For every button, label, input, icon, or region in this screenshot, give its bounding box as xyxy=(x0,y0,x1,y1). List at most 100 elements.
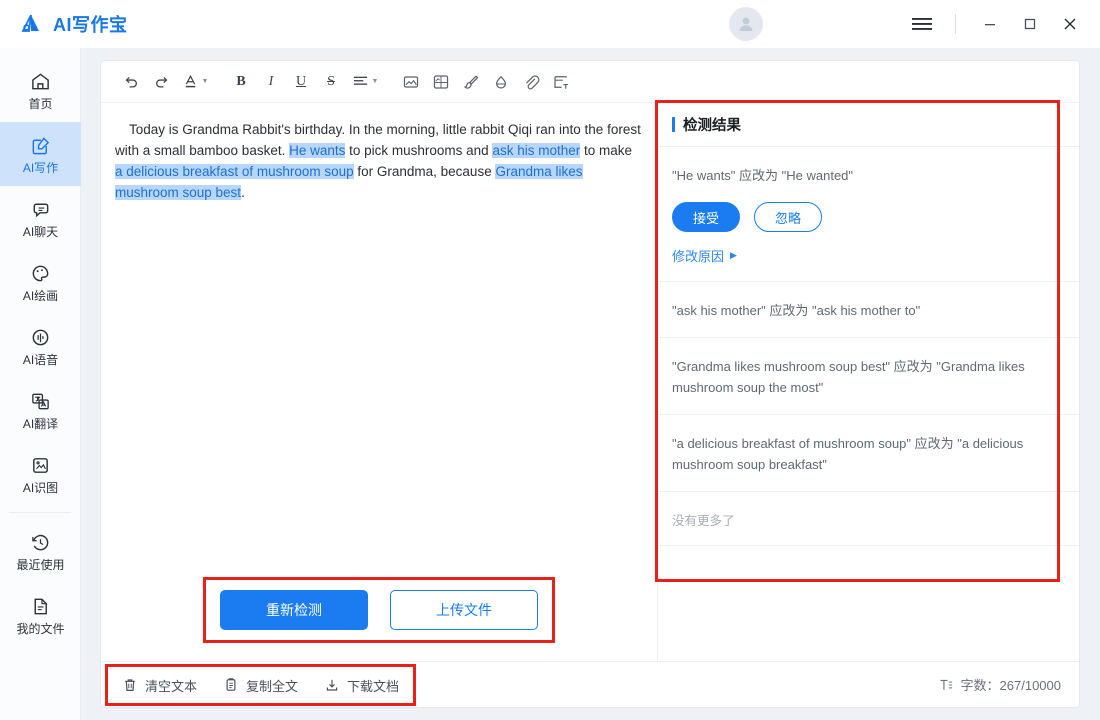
image-recognition-icon xyxy=(30,455,51,476)
result-item[interactable]: "Grandma likes mushroom soup best" 应改为 "… xyxy=(658,338,1079,415)
editor-text-highlight[interactable]: a delicious breakfast of mushroom soup xyxy=(115,164,354,179)
title-bar: AI写作宝 xyxy=(0,0,1100,48)
sidebar-item-ai-translate[interactable]: AI翻译 xyxy=(0,378,81,442)
download-icon xyxy=(324,677,340,693)
result-list[interactable]: "He wants" 应改为 "He wanted" 接受 忽略 修改原因 ▶ xyxy=(658,147,1079,661)
translate-icon xyxy=(30,391,51,412)
panel-header: 检测结果 xyxy=(658,103,1079,147)
chevron-down-icon: ▼ xyxy=(201,78,209,85)
clear-text-label: 清空文本 xyxy=(145,678,198,694)
underline-icon[interactable]: U xyxy=(287,67,315,97)
title-bar-controls xyxy=(729,0,1100,48)
upload-file-button[interactable]: 上传文件 xyxy=(390,590,538,630)
chat-bubble-icon xyxy=(30,199,51,220)
sidebar-item-recent[interactable]: 最近使用 xyxy=(0,519,81,583)
chevron-right-icon: ▶ xyxy=(730,250,737,260)
recheck-button[interactable]: 重新检测 xyxy=(220,590,368,630)
brush-icon[interactable] xyxy=(457,67,485,97)
attachment-icon[interactable] xyxy=(517,67,545,97)
reason-toggle[interactable]: 修改原因 ▶ xyxy=(672,246,1063,265)
strikethrough-icon[interactable]: S xyxy=(317,67,345,97)
sidebar-divider xyxy=(9,512,71,513)
editor-text-plain: to make xyxy=(580,143,633,158)
editor-actions-highlight: 重新检测 上传文件 xyxy=(203,577,555,643)
sidebar-item-ai-image-recognition[interactable]: AI识图 xyxy=(0,442,81,506)
insert-textbox-icon[interactable] xyxy=(547,67,575,97)
align-icon[interactable]: ▼ xyxy=(347,67,383,97)
sidebar-item-ai-writing[interactable]: AI写作 xyxy=(0,122,81,186)
sidebar-item-label: AI绘画 xyxy=(22,288,59,303)
editor-column: Today is Grandma Rabbit's birthday. In t… xyxy=(101,103,657,661)
copy-icon xyxy=(223,677,239,693)
editor-card: ▼ B I U S ▼ Today is Grandma Rabbit's bi… xyxy=(100,60,1080,708)
sidebar-item-label: 最近使用 xyxy=(16,557,65,572)
panel-accent-bar xyxy=(672,117,675,132)
avatar[interactable] xyxy=(729,7,763,41)
minimize-button[interactable] xyxy=(970,5,1010,43)
trash-icon xyxy=(122,677,138,693)
download-document-label: 下载文档 xyxy=(347,678,400,694)
close-button[interactable] xyxy=(1050,5,1090,43)
bold-icon[interactable]: B xyxy=(227,67,255,97)
sidebar-item-label: AI聊天 xyxy=(22,224,59,239)
home-icon xyxy=(30,71,51,92)
sidebar-item-ai-painting[interactable]: AI绘画 xyxy=(0,250,81,314)
result-item[interactable]: "ask his mother" 应改为 "ask his mother to" xyxy=(658,282,1079,338)
text-color-icon[interactable]: ▼ xyxy=(177,67,213,97)
result-item[interactable]: "He wants" 应改为 "He wanted" 接受 忽略 修改原因 ▶ xyxy=(658,147,1079,282)
copy-all-button[interactable]: 复制全文 xyxy=(223,676,298,695)
sidebar-item-label: 我的文件 xyxy=(16,621,65,636)
result-text: "He wants" 应改为 "He wanted" xyxy=(672,168,854,183)
download-document-button[interactable]: 下载文档 xyxy=(324,676,399,695)
ignore-button[interactable]: 忽略 xyxy=(754,202,822,232)
detection-result-panel: 检测结果 "He wants" 应改为 "He wanted" 接受 忽略 修改… xyxy=(655,100,1079,661)
image-frame-icon[interactable] xyxy=(427,67,455,97)
editor-text-highlight[interactable]: ask his mother xyxy=(492,143,581,158)
editor-actions-wrapper: 重新检测 上传文件 xyxy=(101,577,657,643)
edit-document-icon xyxy=(30,135,51,156)
chevron-down-icon: ▼ xyxy=(371,78,379,85)
sidebar-item-ai-chat[interactable]: AI聊天 xyxy=(0,186,81,250)
ink-drop-icon[interactable] xyxy=(487,67,515,97)
sidebar-item-label: 首页 xyxy=(28,96,53,111)
result-end-message: 没有更多了 xyxy=(658,492,1079,546)
title-bar-brand: AI写作宝 xyxy=(0,11,680,37)
sidebar-item-label: AI语音 xyxy=(22,352,59,367)
redo-icon[interactable] xyxy=(147,67,175,97)
word-count-label: 字数：267/10000 xyxy=(960,678,1061,693)
accept-button[interactable]: 接受 xyxy=(672,202,740,232)
insert-image-icon[interactable] xyxy=(397,67,425,97)
palette-icon xyxy=(30,263,51,284)
result-item[interactable]: "a delicious breakfast of mushroom soup"… xyxy=(658,415,1079,492)
editor-text-plain: . xyxy=(241,185,245,200)
editor-text-plain: to pick mushrooms and xyxy=(345,143,493,158)
sidebar-item-ai-voice[interactable]: AI语音 xyxy=(0,314,81,378)
hamburger-menu-icon[interactable] xyxy=(903,5,941,43)
titlebar-divider xyxy=(955,14,956,34)
editor-text-highlight[interactable]: He wants xyxy=(289,143,346,158)
clear-text-button[interactable]: 清空文本 xyxy=(122,676,197,695)
app-logo-icon xyxy=(18,11,44,37)
content-split: Today is Grandma Rabbit's birthday. In t… xyxy=(101,100,1079,661)
maximize-button[interactable] xyxy=(1010,5,1050,43)
reason-label: 修改原因 xyxy=(672,249,725,264)
result-text: "ask his mother" 应改为 "ask his mother to" xyxy=(672,303,921,318)
undo-icon[interactable] xyxy=(117,67,145,97)
result-actions: 接受 忽略 xyxy=(672,202,1063,232)
sidebar-item-home[interactable]: 首页 xyxy=(0,58,81,122)
panel-title: 检测结果 xyxy=(683,118,741,134)
application-window: AI写作宝 首页 AI写作 AI聊天 AI绘画 AI语音 AI翻译 AI识图 最… xyxy=(0,0,1100,720)
sidebar: 首页 AI写作 AI聊天 AI绘画 AI语音 AI翻译 AI识图 最近使用 我的… xyxy=(0,48,81,720)
audio-wave-icon xyxy=(30,327,51,348)
sidebar-item-my-files[interactable]: 我的文件 xyxy=(0,583,81,647)
formatting-toolbar: ▼ B I U S ▼ xyxy=(101,61,1079,103)
editor-text-plain: for Grandma, because xyxy=(353,164,496,179)
file-document-icon xyxy=(30,596,51,617)
status-bar: 清空文本 复制全文 下载文档 字数：267/10000 xyxy=(101,661,1079,707)
sidebar-item-label: AI识图 xyxy=(22,480,59,495)
main-area: ▼ B I U S ▼ Today is Grandma Rabbit's bi… xyxy=(81,48,1100,720)
italic-icon[interactable]: I xyxy=(257,67,285,97)
result-text: "a delicious breakfast of mushroom soup"… xyxy=(672,436,1024,472)
app-title: AI写作宝 xyxy=(53,15,128,35)
sidebar-item-label: AI翻译 xyxy=(22,416,59,431)
